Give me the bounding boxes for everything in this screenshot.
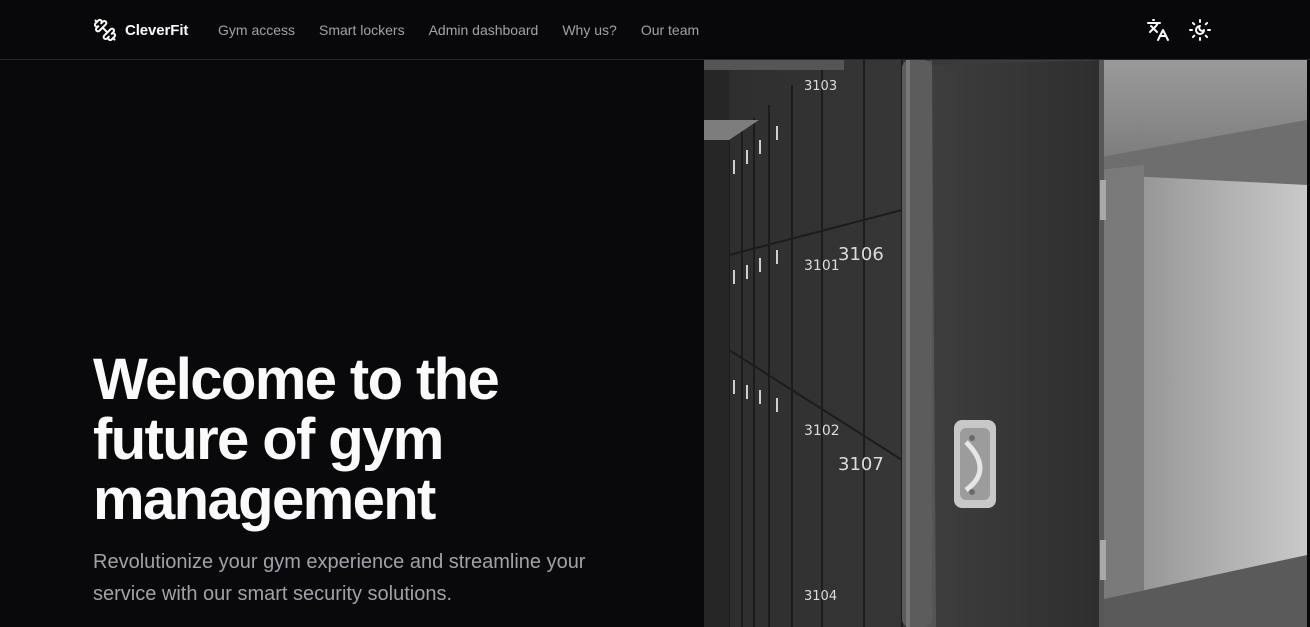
nav-actions [1146,18,1212,45]
locker-number: 3103 [804,79,837,94]
nav-link-our-team[interactable]: Our team [641,22,699,38]
language-button[interactable] [1146,18,1170,45]
main-nav: Gym access Smart lockers Admin dashboard… [218,22,699,38]
navbar: CleverFit Gym access Smart lockers Admin… [0,0,1310,60]
locker-photo: 3106 3101 3107 3102 3103 3104 [704,60,1307,627]
translate-icon [1146,18,1170,45]
nav-link-why-us[interactable]: Why us? [562,22,616,38]
theme-toggle-icon [1188,18,1212,45]
locker-number: 3101 [804,258,840,274]
dumbbell-icon [93,18,117,42]
brand-name: CleverFit [125,21,189,39]
brand-logo-link[interactable]: CleverFit [93,18,188,42]
locker-number: 3104 [804,589,837,604]
locker-number: 3106 [838,244,884,265]
hero-title: Welcome to the future of gym management [93,347,500,532]
locker-number: 3102 [804,423,840,439]
hero-section: Welcome to the future of gym management … [93,350,653,610]
hero-subtitle: Revolutionize your gym experience and st… [93,551,586,605]
locker-number: 3107 [838,454,884,475]
theme-toggle-button[interactable] [1188,18,1212,45]
nav-link-admin-dashboard[interactable]: Admin dashboard [429,22,539,38]
nav-link-smart-lockers[interactable]: Smart lockers [319,22,405,38]
nav-link-gym-access[interactable]: Gym access [218,22,295,38]
